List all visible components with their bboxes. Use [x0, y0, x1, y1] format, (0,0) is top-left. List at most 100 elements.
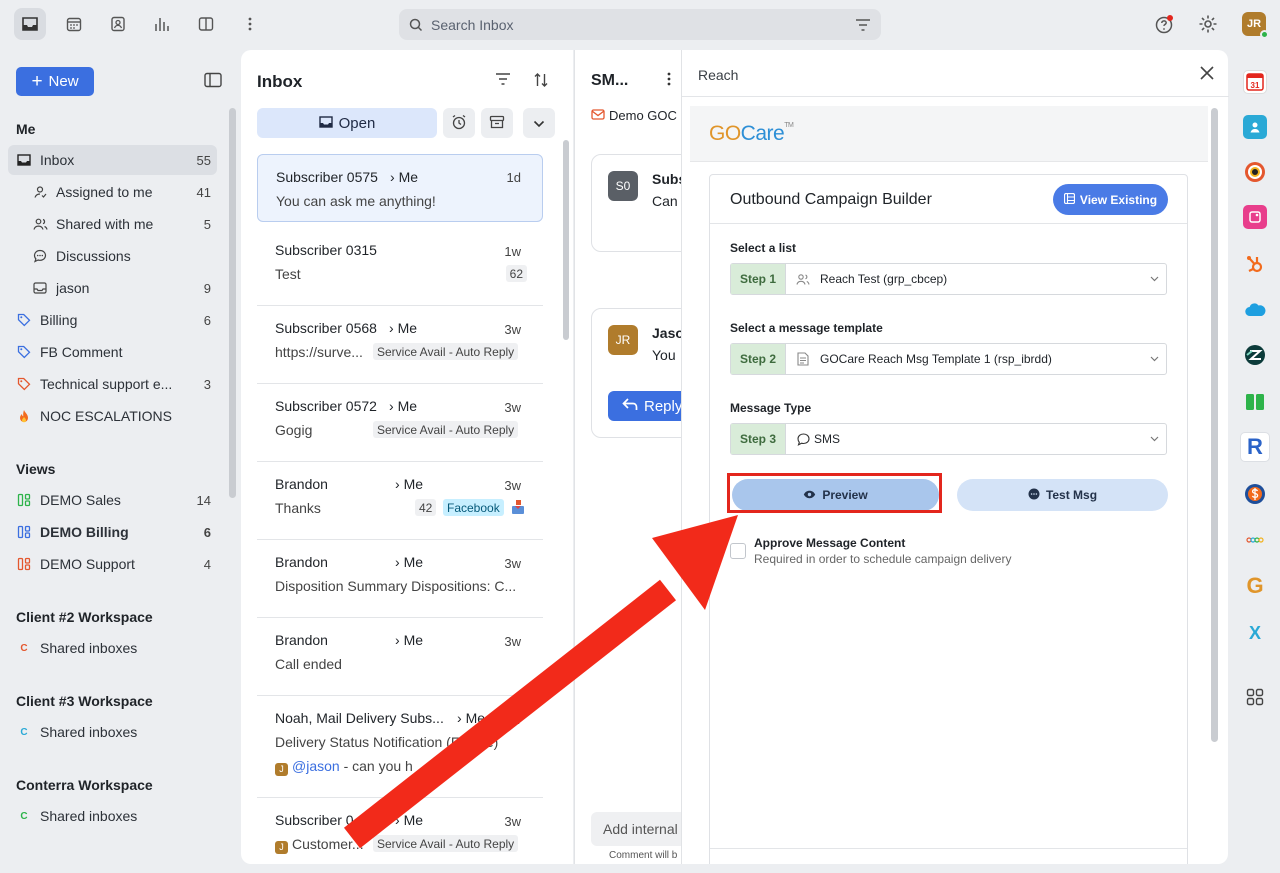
conversation-age: 3w	[504, 814, 521, 829]
message-card[interactable]: S0 Subs Can	[591, 154, 682, 252]
sidebar-item-label: DEMO Sales	[40, 492, 121, 508]
sidebar-item-label: DEMO Support	[40, 556, 135, 572]
sidebar-item-jason[interactable]: jason 9	[8, 273, 217, 303]
contacts-app-icon[interactable]	[1243, 115, 1267, 139]
conversation-snippet: J Customer...	[275, 836, 364, 854]
assignee-avatar: J	[275, 840, 288, 854]
calendar-icon[interactable]	[58, 8, 90, 40]
field-label-list: Select a list	[730, 241, 797, 255]
chevron-down-icon	[533, 115, 545, 131]
message-card[interactable]: JR Jaso You Reply	[591, 308, 682, 438]
more-menu-icon[interactable]	[234, 8, 266, 40]
inbox-icon	[318, 115, 333, 132]
sidebar-item-count: 55	[196, 152, 211, 168]
sidebar-item-shared-inboxes[interactable]: C Shared inboxes	[8, 801, 217, 831]
internal-comment-input[interactable]: Add internal	[591, 812, 682, 846]
new-button[interactable]: + New	[16, 67, 94, 96]
analytics-icon[interactable]	[146, 8, 178, 40]
sidebar-item-technical-support[interactable]: Technical support e... 3	[8, 369, 217, 399]
salesforce-cloud-icon[interactable]	[1243, 298, 1267, 322]
reach-app-icon[interactable]: R	[1240, 432, 1270, 462]
sidebar-item-count: 3	[203, 376, 211, 392]
view-existing-button[interactable]: View Existing	[1053, 184, 1168, 215]
sidebar-item-shared-inboxes[interactable]: C Shared inboxes	[8, 633, 217, 663]
conversation-row[interactable]: Noah, Mail Delivery Subs... › Me 3w Deli…	[257, 696, 543, 798]
g-app-icon[interactable]: G	[1243, 573, 1267, 598]
conversation-row[interactable]: Subscriber 0 › Me 3w J Customer... Servic…	[257, 798, 543, 864]
app-grid-icon[interactable]	[1243, 685, 1267, 709]
snoozed-filter-tab[interactable]	[443, 108, 475, 138]
conversation-row[interactable]: Brandon › Me 3w Disposition Summary Disp…	[257, 540, 543, 618]
sidebar-item-noc-escalations[interactable]: NOC ESCALATIONS	[8, 401, 217, 431]
test-msg-button[interactable]: Test Msg	[957, 479, 1168, 511]
reach-scrollbar[interactable]	[1211, 108, 1218, 742]
archive-icon	[489, 115, 505, 132]
sidebar-scrollbar[interactable]	[229, 108, 236, 498]
sidebar-item-shared[interactable]: Shared with me 5	[8, 209, 217, 239]
dots-app-icon[interactable]	[1243, 528, 1267, 552]
filter-icon[interactable]	[495, 72, 513, 90]
conversation-age: 3w	[504, 634, 521, 649]
inbox-icon[interactable]	[14, 8, 46, 40]
conversation-sender: Subscriber 0568	[275, 320, 377, 336]
recipient-label: Me	[403, 812, 424, 828]
conversation-sender: Subscriber 0572	[275, 398, 377, 414]
approve-title: Approve Message Content	[754, 536, 906, 550]
media-app-icon[interactable]	[1243, 205, 1267, 229]
help-icon[interactable]	[1148, 8, 1180, 40]
filter-icon[interactable]	[855, 18, 871, 31]
open-filter-tab[interactable]: Open	[257, 108, 437, 138]
sidebar-item-fb-comment[interactable]: FB Comment	[8, 337, 217, 367]
sidebar-item-label: jason	[56, 280, 90, 296]
sidebar-view-demo-support[interactable]: DEMO Support 4	[8, 549, 217, 579]
inbox-scrollbar[interactable]	[563, 140, 569, 340]
target-app-icon[interactable]	[1243, 160, 1267, 184]
conversation-age: 3w	[504, 712, 521, 727]
zendesk-icon[interactable]	[1243, 343, 1267, 367]
sidebar-item-shared-inboxes[interactable]: C Shared inboxes	[8, 717, 217, 747]
conversation-row[interactable]: Brandon › Me 3w Call ended	[257, 618, 543, 696]
conversation-row[interactable]: Subscriber 0568 › Me 3w https://surve...…	[257, 306, 543, 384]
template-select[interactable]: Step 2 GOCare Reach Msg Template 1 (rsp_…	[730, 343, 1167, 375]
sidebar-item-discussions[interactable]: Discussions	[8, 241, 217, 271]
sidebar-item-billing[interactable]: Billing 6	[8, 305, 217, 335]
reply-button[interactable]: Reply	[608, 391, 682, 421]
close-icon[interactable]	[1199, 65, 1217, 83]
archived-filter-tab[interactable]	[481, 108, 513, 138]
x-app-icon[interactable]: X	[1243, 621, 1267, 645]
google-calendar-icon[interactable]: 31	[1243, 70, 1267, 94]
hubspot-icon[interactable]	[1243, 253, 1267, 277]
conversation-row[interactable]: Subscriber 0575 › Me 1d You can ask me a…	[257, 154, 543, 222]
search-input[interactable]: Search Inbox	[399, 9, 881, 40]
conversation-more-icon[interactable]	[667, 72, 671, 89]
builder-footer-divider	[710, 848, 1187, 849]
split-view-icon[interactable]	[190, 8, 222, 40]
sidebar-collapse-icon[interactable]	[204, 72, 222, 88]
new-button-label: New	[48, 73, 79, 90]
billing-app-icon[interactable]	[1243, 482, 1267, 506]
sidebar-view-demo-billing[interactable]: DEMO Billing 6	[8, 517, 217, 547]
message-type-select[interactable]: Step 3 SMS	[730, 423, 1167, 455]
contacts-icon[interactable]	[102, 8, 134, 40]
settings-gear-icon[interactable]	[1192, 8, 1224, 40]
conversation-row[interactable]: Subscriber 0315 1w Test 62	[257, 228, 543, 306]
sidebar-item-inbox[interactable]: Inbox 55	[8, 145, 217, 175]
sidebar-item-assigned[interactable]: Assigned to me 41	[8, 177, 217, 207]
conversation-recipient: › Me	[389, 320, 418, 336]
conversation-row[interactable]: Subscriber 0572 › Me 3w Gogig Service Av…	[257, 384, 543, 462]
sort-icon[interactable]	[533, 72, 551, 90]
book-app-icon[interactable]	[1243, 390, 1267, 414]
mention-avatar: J	[275, 762, 288, 776]
approve-checkbox[interactable]	[730, 543, 746, 559]
conversation-sender: Noah, Mail Delivery Subs...	[275, 710, 444, 726]
conversation-row[interactable]: Brandon › Me 3w Thanks 42 Facebook	[257, 462, 543, 540]
list-select[interactable]: Step 1 Reach Test (grp_cbcep)	[730, 263, 1167, 295]
tag-icon	[16, 376, 32, 392]
sidebar-item-label: Shared with me	[56, 216, 154, 232]
sidebar-view-demo-sales[interactable]: DEMO Sales 14	[8, 485, 217, 515]
reach-app-frame: GOCareTM Outbound Campaign Builder View …	[690, 106, 1208, 864]
more-filters-dropdown[interactable]	[523, 108, 555, 138]
recipient-label: Me	[398, 169, 419, 185]
user-avatar[interactable]: JR	[1242, 12, 1269, 39]
sidebar-item-count: 4	[203, 556, 211, 572]
